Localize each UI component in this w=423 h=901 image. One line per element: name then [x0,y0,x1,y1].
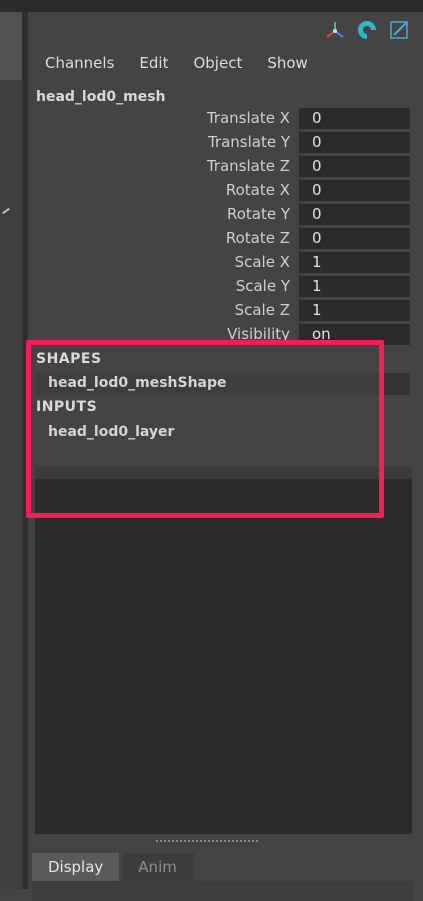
channel-value-field[interactable]: 0 [299,180,410,201]
left-panel-header [0,12,22,80]
channel-label[interactable]: Rotate X [226,181,290,199]
channel-label[interactable]: Rotate Y [227,205,290,223]
shape-row-edge [384,373,410,395]
channel-row-translate-y[interactable]: Translate Y 0 [28,131,423,153]
channel-value-field[interactable]: 0 [299,228,410,249]
channel-row-translate-x[interactable]: Translate X 0 [28,107,423,129]
toolbar-icons [323,18,411,42]
tab-anim[interactable]: Anim [122,853,195,881]
channel-value-field[interactable]: 0 [299,132,410,153]
channel-row-rotate-x[interactable]: Rotate X 0 [28,179,423,201]
channel-row-scale-z[interactable]: Scale Z 1 [28,299,423,321]
channel-value-field[interactable]: 1 [299,276,410,297]
channel-label[interactable]: Scale Z [235,301,290,319]
menu-object[interactable]: Object [193,54,242,72]
channel-row-scale-x[interactable]: Scale X 1 [28,251,423,273]
channel-value-field[interactable]: 0 [299,108,410,129]
layer-editor-tabs: Display Anim [32,853,195,881]
channel-label[interactable]: Translate Y [208,133,290,151]
tab-display[interactable]: Display [32,853,120,881]
left-panel-mark [2,207,10,215]
channel-box-panel: Channels Edit Object Show head_lod0_mesh… [26,12,423,901]
channel-label[interactable]: Translate X [207,109,290,127]
axis-tripod-icon[interactable] [323,18,347,42]
left-viewport-edge [0,12,22,889]
channel-value-field[interactable]: 0 [299,156,410,177]
channel-label[interactable]: Scale X [235,253,290,271]
channel-row-translate-z[interactable]: Translate Z 0 [28,155,423,177]
menu-bar: Channels Edit Object Show [45,54,308,72]
object-name[interactable]: head_lod0_mesh [36,89,166,105]
channel-label[interactable]: Scale Y [236,277,290,295]
empty-channel-area [35,467,412,834]
highlight-box [26,340,384,518]
channel-label[interactable]: Translate Z [207,157,290,175]
edit-pencil-icon[interactable] [387,18,411,42]
channel-value-field[interactable]: 1 [299,252,410,273]
refresh-icon[interactable] [355,18,379,42]
menu-show[interactable]: Show [267,54,307,72]
top-strip [0,0,423,12]
channel-row-rotate-y[interactable]: Rotate Y 0 [28,203,423,225]
channel-row-scale-y[interactable]: Scale Y 1 [28,275,423,297]
menu-edit[interactable]: Edit [139,54,168,72]
channel-value-field[interactable]: 1 [299,300,410,321]
channel-value-field[interactable]: 0 [299,204,410,225]
menu-channels[interactable]: Channels [45,54,114,72]
resize-grip-handle[interactable] [156,840,258,842]
tab-content-strip [32,881,414,901]
channel-label[interactable]: Rotate Z [226,229,290,247]
channel-row-rotate-z[interactable]: Rotate Z 0 [28,227,423,249]
